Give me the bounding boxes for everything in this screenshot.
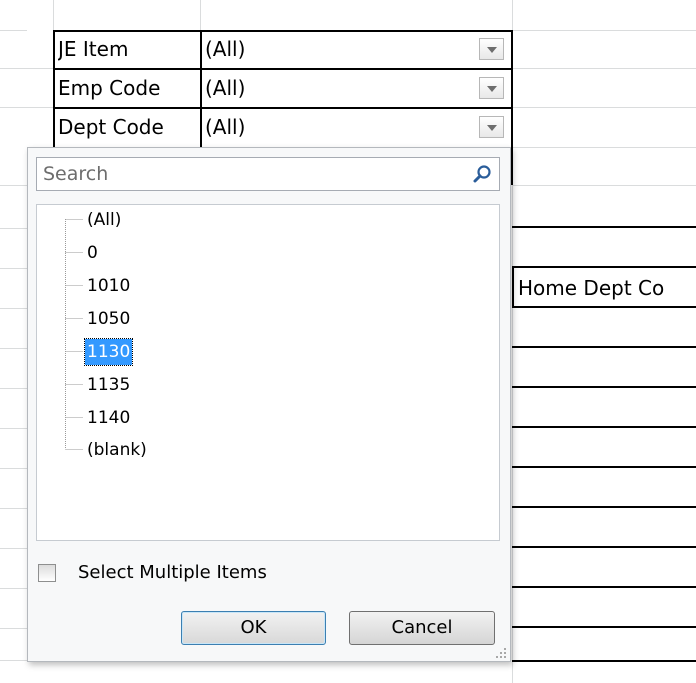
cancel-button[interactable]: Cancel xyxy=(349,611,495,645)
filter-dropdown-panel: Search (All) 0 1010 1050 1130 1135 1140 … xyxy=(27,147,511,662)
filter-value-je-item[interactable]: (All) xyxy=(205,31,475,67)
magnifier-icon[interactable] xyxy=(472,164,492,184)
filter-label-emp-code: Emp Code xyxy=(58,76,161,100)
filter-value-emp-code[interactable]: (All) xyxy=(205,70,475,106)
list-item-all[interactable]: (All) xyxy=(85,207,123,233)
table-header-home-dept[interactable]: Home Dept Co xyxy=(518,269,696,307)
chevron-down-icon[interactable] xyxy=(479,77,504,99)
search-box[interactable]: Search xyxy=(36,157,500,191)
select-multiple-label[interactable]: Select Multiple Items xyxy=(78,561,267,585)
filter-label-dept-code: Dept Code xyxy=(58,115,164,139)
list-item-1130-selected[interactable]: 1130 xyxy=(83,338,134,366)
chevron-down-icon[interactable] xyxy=(479,38,504,60)
list-item-1135[interactable]: 1135 xyxy=(85,372,132,398)
ok-button[interactable]: OK xyxy=(181,611,326,645)
filter-value-dept-code[interactable]: (All) xyxy=(205,109,475,145)
filter-label-je-item: JE Item xyxy=(58,37,129,61)
item-list: (All) 0 1010 1050 1130 1135 1140 (blank) xyxy=(36,204,500,541)
list-item-1010[interactable]: 1010 xyxy=(85,273,132,299)
search-input[interactable]: Search xyxy=(43,158,108,190)
list-item-1050[interactable]: 1050 xyxy=(85,306,132,332)
list-item-blank[interactable]: (blank) xyxy=(85,437,149,463)
list-item-1140[interactable]: 1140 xyxy=(85,405,132,431)
chevron-down-icon[interactable] xyxy=(479,116,504,138)
list-item-0[interactable]: 0 xyxy=(85,240,100,266)
select-multiple-checkbox[interactable] xyxy=(38,564,56,582)
resize-grip-icon[interactable] xyxy=(495,647,507,659)
